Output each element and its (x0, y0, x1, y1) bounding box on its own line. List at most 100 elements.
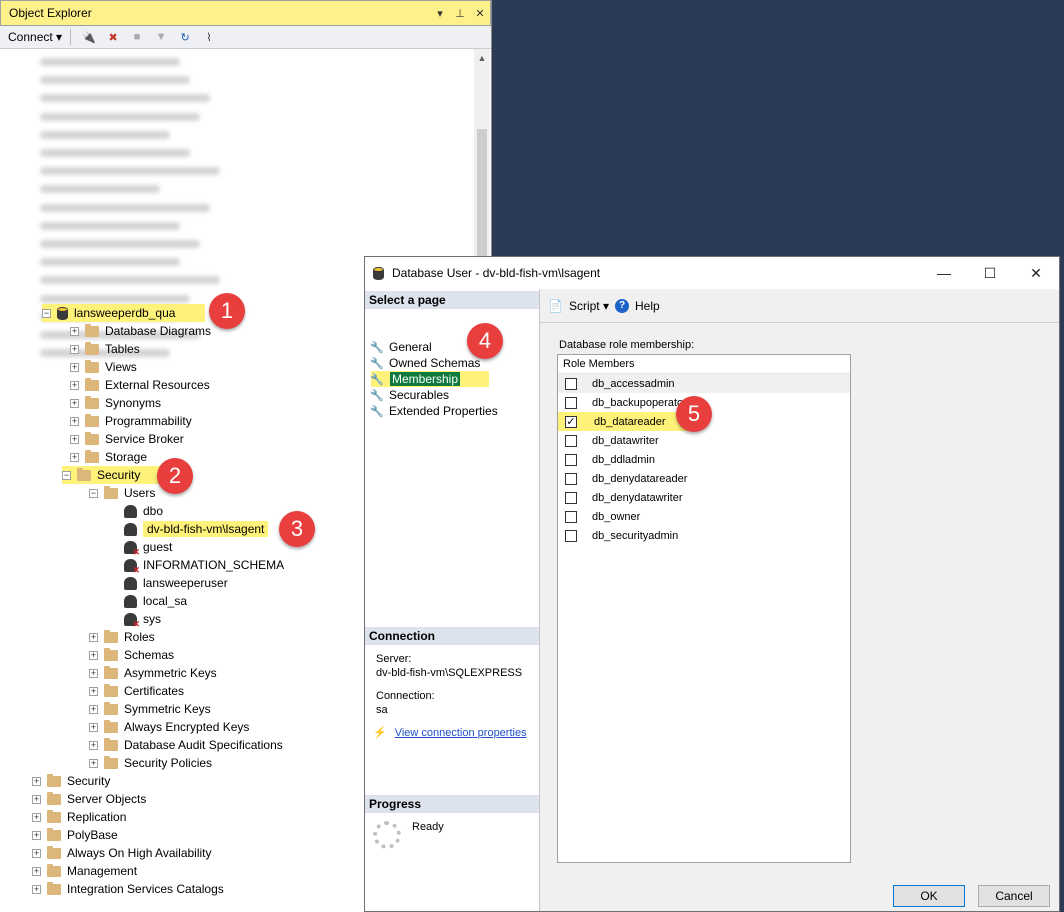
page-item[interactable]: 🔧 General (370, 339, 432, 355)
tree-node-user[interactable]: lansweeperuser (124, 574, 228, 592)
tree-node-security[interactable]: − Security (62, 466, 171, 484)
role-row[interactable]: db_securityadmin (558, 526, 850, 545)
checkbox[interactable] (565, 453, 577, 466)
expand-icon[interactable]: + (70, 434, 79, 444)
tree-node-server-child[interactable]: + Integration Services Catalogs (32, 880, 224, 898)
close-icon[interactable]: ✕ (473, 6, 487, 20)
tree-node-user[interactable]: dbo (124, 502, 163, 520)
role-row[interactable]: db_accessadmin (558, 374, 850, 393)
tree-node-security-child[interactable]: + Roles (89, 628, 155, 646)
maximize-button[interactable]: ☐ (967, 257, 1013, 289)
expand-icon[interactable]: + (32, 830, 41, 840)
expand-icon[interactable]: + (89, 632, 98, 642)
tree-node-security-child[interactable]: + Asymmetric Keys (89, 664, 217, 682)
checkbox[interactable] (565, 529, 577, 542)
tree-node-security-child[interactable]: + Always Encrypted Keys (89, 718, 249, 736)
checkbox[interactable] (565, 472, 577, 485)
expand-icon[interactable]: + (89, 722, 98, 732)
expand-icon[interactable]: + (89, 758, 98, 768)
script-button[interactable]: Script ▾ (569, 299, 609, 313)
activity-monitor-icon[interactable]: ⌇ (202, 30, 216, 44)
tree-node-db-child[interactable]: + Storage (70, 448, 147, 466)
refresh-icon[interactable]: ↻ (178, 30, 192, 44)
tree-node-server-child[interactable]: + PolyBase (32, 826, 118, 844)
tree-node-user[interactable]: INFORMATION_SCHEMA (124, 556, 284, 576)
collapse-icon[interactable]: − (62, 470, 71, 480)
expand-icon[interactable]: + (32, 812, 41, 822)
tree-node-db-child[interactable]: + Synonyms (70, 394, 161, 412)
role-row[interactable]: db_denydatareader (558, 469, 850, 488)
checkbox[interactable] (565, 510, 577, 523)
checkbox[interactable] (565, 434, 577, 447)
expand-icon[interactable]: + (32, 794, 41, 804)
tree-node-db-child[interactable]: + External Resources (70, 376, 210, 394)
scroll-up-icon[interactable]: ▲ (474, 53, 490, 63)
tree-node-security-child[interactable]: + Certificates (89, 682, 184, 700)
view-connection-properties-link[interactable]: View connection properties (395, 727, 527, 739)
tree-node-user[interactable]: dv-bld-fish-vm\lsagent (124, 520, 269, 538)
tree-node-db-child[interactable]: + Tables (70, 340, 140, 358)
tree-node-security-child[interactable]: + Security Policies (89, 754, 212, 772)
tree-node-server-child[interactable]: + Always On High Availability (32, 844, 212, 862)
disconnect-icon[interactable]: ✖ (106, 30, 120, 44)
chevron-down-icon[interactable]: ▾ (433, 6, 447, 20)
filter-icon[interactable]: ▼ (154, 30, 168, 44)
tree-node-users[interactable]: − Users (89, 484, 155, 502)
checkbox[interactable] (565, 396, 577, 409)
tree-node-server-child[interactable]: + Security (32, 772, 110, 790)
tree-node-security-child[interactable]: + Schemas (89, 646, 174, 664)
tree-node-server-child[interactable]: + Server Objects (32, 790, 146, 808)
page-item[interactable]: 🔧 Extended Properties (370, 403, 498, 419)
collapse-icon[interactable]: − (42, 308, 51, 318)
expand-icon[interactable]: + (89, 704, 98, 714)
tree-node-db-child[interactable]: + Database Diagrams (70, 322, 211, 340)
expand-icon[interactable]: + (32, 848, 41, 858)
tree-node-server-child[interactable]: + Replication (32, 808, 126, 826)
pin-icon[interactable]: ⊥ (453, 6, 467, 20)
cancel-button[interactable]: Cancel (978, 885, 1050, 907)
expand-icon[interactable]: + (70, 452, 79, 462)
page-item[interactable]: 🔧 Membership (370, 371, 490, 387)
checkbox[interactable] (565, 491, 577, 504)
close-dialog-button[interactable]: ✕ (1013, 257, 1059, 289)
plug-icon[interactable]: 🔌 (82, 30, 96, 44)
expand-icon[interactable]: + (70, 398, 79, 408)
tree-node-user[interactable]: guest (124, 538, 172, 558)
expand-icon[interactable]: + (70, 326, 79, 336)
expand-icon[interactable]: + (32, 776, 41, 786)
tree-node-db-child[interactable]: + Service Broker (70, 430, 184, 448)
role-row[interactable]: db_denydatawriter (558, 488, 850, 507)
tree-node-user[interactable]: sys (124, 610, 161, 630)
expand-icon[interactable]: + (89, 668, 98, 678)
tree-node-security-child[interactable]: + Symmetric Keys (89, 700, 211, 718)
expand-icon[interactable]: + (89, 650, 98, 660)
stop-icon[interactable]: ■ (130, 30, 144, 44)
checkbox[interactable] (565, 377, 577, 390)
collapse-icon[interactable]: − (89, 488, 98, 498)
page-item[interactable]: 🔧 Owned Schemas (370, 355, 480, 371)
ok-button[interactable]: OK (893, 885, 965, 907)
expand-icon[interactable]: + (89, 686, 98, 696)
role-row[interactable]: db_owner (558, 507, 850, 526)
expand-icon[interactable]: + (89, 740, 98, 750)
tree-node-server-child[interactable]: + Management (32, 862, 137, 880)
role-row[interactable]: db_ddladmin (558, 450, 850, 469)
checkbox-checked[interactable]: ✓ (565, 415, 577, 428)
tree-node-database[interactable]: − lansweeperdb_qua (42, 304, 206, 322)
tree-node-db-child[interactable]: + Programmability (70, 412, 192, 430)
expand-icon[interactable]: + (32, 884, 41, 894)
expand-icon[interactable]: + (70, 344, 79, 354)
role-row[interactable]: db_datawriter (558, 431, 850, 450)
role-row[interactable]: ✓ db_datareader (558, 412, 688, 431)
minimize-button[interactable]: — (921, 257, 967, 289)
expand-icon[interactable]: + (70, 416, 79, 426)
connect-button[interactable]: Connect ▾ (8, 30, 62, 44)
page-item[interactable]: 🔧 Securables (370, 387, 449, 403)
expand-icon[interactable]: + (70, 362, 79, 372)
tree-node-user[interactable]: local_sa (124, 592, 187, 610)
tree-node-db-child[interactable]: + Views (70, 358, 137, 376)
tree-node-security-child[interactable]: + Database Audit Specifications (89, 736, 283, 754)
expand-icon[interactable]: + (32, 866, 41, 876)
expand-icon[interactable]: + (70, 380, 79, 390)
help-button[interactable]: Help (635, 299, 660, 313)
